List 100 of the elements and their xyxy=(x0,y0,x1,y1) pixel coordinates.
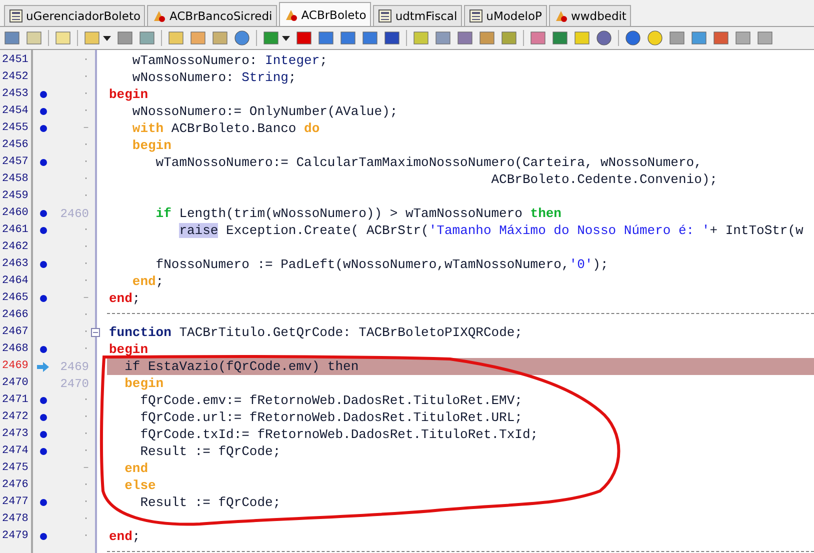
line-number: 2474 xyxy=(2,445,28,457)
breakpoint-dot-icon[interactable] xyxy=(40,448,46,455)
form-icon xyxy=(9,9,23,23)
breakpoint-dot-icon[interactable] xyxy=(40,91,46,98)
editor-tab[interactable]: ACBrBoleto xyxy=(279,2,372,26)
line-number: 2477 xyxy=(2,496,28,508)
code-token: + IntToStr(w xyxy=(710,223,804,238)
breakpoint-dot-icon[interactable] xyxy=(40,159,46,166)
code-token: begin xyxy=(109,342,148,357)
code-token: fQrCode.url:= fRetornoWeb.DadosRet.TituloRet.URL; xyxy=(140,410,522,425)
gutter-marker: – xyxy=(82,463,89,474)
line-number: 2471 xyxy=(2,394,28,406)
editor-tab[interactable]: wwdbedit xyxy=(548,5,632,26)
breakpoint-dot-icon[interactable] xyxy=(40,295,46,302)
code-token: wTamNossoNumero:= CalcularTamMaximoNossoNumero(Carteira, wNossoNumero, xyxy=(156,155,702,170)
caret-icon[interactable] xyxy=(103,36,111,40)
gutter-marker: · xyxy=(82,310,89,321)
line-number: 2460 xyxy=(2,207,28,219)
line-number: 2461 xyxy=(2,224,28,236)
gutter-marker: · xyxy=(82,344,89,355)
code-token: ACBrBoleto.Banco xyxy=(171,121,298,136)
line-number: 2469 xyxy=(2,360,28,372)
line-number: 2470 xyxy=(2,377,28,389)
line-number: 2454 xyxy=(2,105,28,117)
code-token: Result := fQrCode; xyxy=(140,444,281,459)
gutter-marker: · xyxy=(82,395,89,406)
breakpoint-dot-icon[interactable] xyxy=(40,346,46,353)
gutter-marker: · xyxy=(82,225,89,236)
line-number: 2476 xyxy=(2,479,28,491)
line-number: 2462 xyxy=(2,241,28,253)
code-token: end xyxy=(109,291,132,306)
gutter-marker: 2469 xyxy=(60,360,89,374)
gutter-marker: · xyxy=(82,276,89,287)
code-token: else xyxy=(124,478,156,493)
breakpoint-dot-icon[interactable] xyxy=(40,227,46,234)
form-icon xyxy=(469,9,484,23)
gutter-marker: · xyxy=(82,514,89,525)
editor-tab[interactable]: udtmFiscal xyxy=(373,5,462,26)
gutter-marker: · xyxy=(82,412,89,423)
code-token: if EstaVazio(fQrCode.emv) then xyxy=(124,359,359,374)
code-token: 'Tamanho Máximo do Nosso Número é: ' xyxy=(428,223,710,238)
breakpoint-dot-icon[interactable] xyxy=(40,499,46,506)
code-token: '0' xyxy=(569,257,593,272)
gutter-marker: · xyxy=(82,429,89,440)
code-token: raise xyxy=(179,223,218,238)
gutter-marker: – xyxy=(82,293,89,304)
gutter-marker: · xyxy=(82,106,89,117)
code-token: end xyxy=(124,461,148,476)
editor-tab[interactable]: ACBrBancoSicredi xyxy=(147,5,278,26)
code-token: with xyxy=(132,121,164,136)
code-token: begin xyxy=(132,138,172,153)
line-number: 2473 xyxy=(2,428,28,440)
code-token: begin xyxy=(109,87,148,102)
line-number: 2463 xyxy=(2,258,28,270)
code-token: Result := fQrCode; xyxy=(140,495,281,510)
code-token: ACBrBoleto.Cedente.Convenio); xyxy=(491,172,718,187)
line-number: 2466 xyxy=(2,309,28,321)
breakpoint-dot-icon[interactable] xyxy=(40,108,46,115)
caret-icon[interactable] xyxy=(282,36,290,40)
code-token: ; xyxy=(132,529,140,544)
editor-tab[interactable]: uModeloP xyxy=(464,5,547,26)
breakpoint-dot-icon[interactable] xyxy=(40,414,46,421)
gutter-marker: · xyxy=(82,157,89,168)
code-token: end xyxy=(109,529,132,544)
breakpoint-dot-icon[interactable] xyxy=(40,125,46,132)
gutter-marker: · xyxy=(82,531,89,542)
code-token: ); xyxy=(592,257,608,272)
gutter-marker: · xyxy=(82,89,89,100)
gutter-marker: · xyxy=(82,327,89,338)
code-token: end xyxy=(132,274,156,289)
code-token: ; xyxy=(288,70,296,85)
line-number: 2457 xyxy=(2,156,28,168)
line-number: 2455 xyxy=(2,122,28,134)
collapse-icon[interactable] xyxy=(91,328,100,337)
breakpoint-dot-icon[interactable] xyxy=(40,397,46,404)
gutter-marker: – xyxy=(82,123,89,134)
code-token: ; xyxy=(132,291,140,306)
breakpoint-dot-icon[interactable] xyxy=(40,261,46,268)
editor-tab[interactable]: uGerenciadorBoleto xyxy=(4,5,146,26)
gutter-marker: · xyxy=(82,242,89,253)
breakpoint-dot-icon[interactable] xyxy=(40,210,46,217)
code-token: fQrCode.emv:= fRetornoWeb.DadosRet.TituloRet.EMV; xyxy=(140,393,522,408)
code-token: if xyxy=(156,206,172,221)
breakpoint-dot-icon[interactable] xyxy=(40,431,46,438)
line-number: 2459 xyxy=(2,190,28,202)
code-token: then xyxy=(530,206,562,221)
line-number: 2465 xyxy=(2,292,28,304)
line-number: 2468 xyxy=(2,343,28,355)
code-token: ; xyxy=(156,274,164,289)
gutter-marker: · xyxy=(82,191,89,202)
gutter-marker: · xyxy=(82,174,89,185)
form-icon xyxy=(378,9,392,23)
code-token: TACBrTitulo.GetQrCode: TACBrBoletoPIXQRCode; xyxy=(179,325,522,340)
gutter-marker: · xyxy=(82,140,89,151)
breakpoint-dot-icon[interactable] xyxy=(40,533,46,540)
arrow-right-icon xyxy=(37,362,49,372)
line-number: 2453 xyxy=(2,88,28,100)
line-number: 2451 xyxy=(2,54,28,66)
gutter-marker: 2460 xyxy=(60,206,89,220)
code-token: String xyxy=(242,70,288,85)
